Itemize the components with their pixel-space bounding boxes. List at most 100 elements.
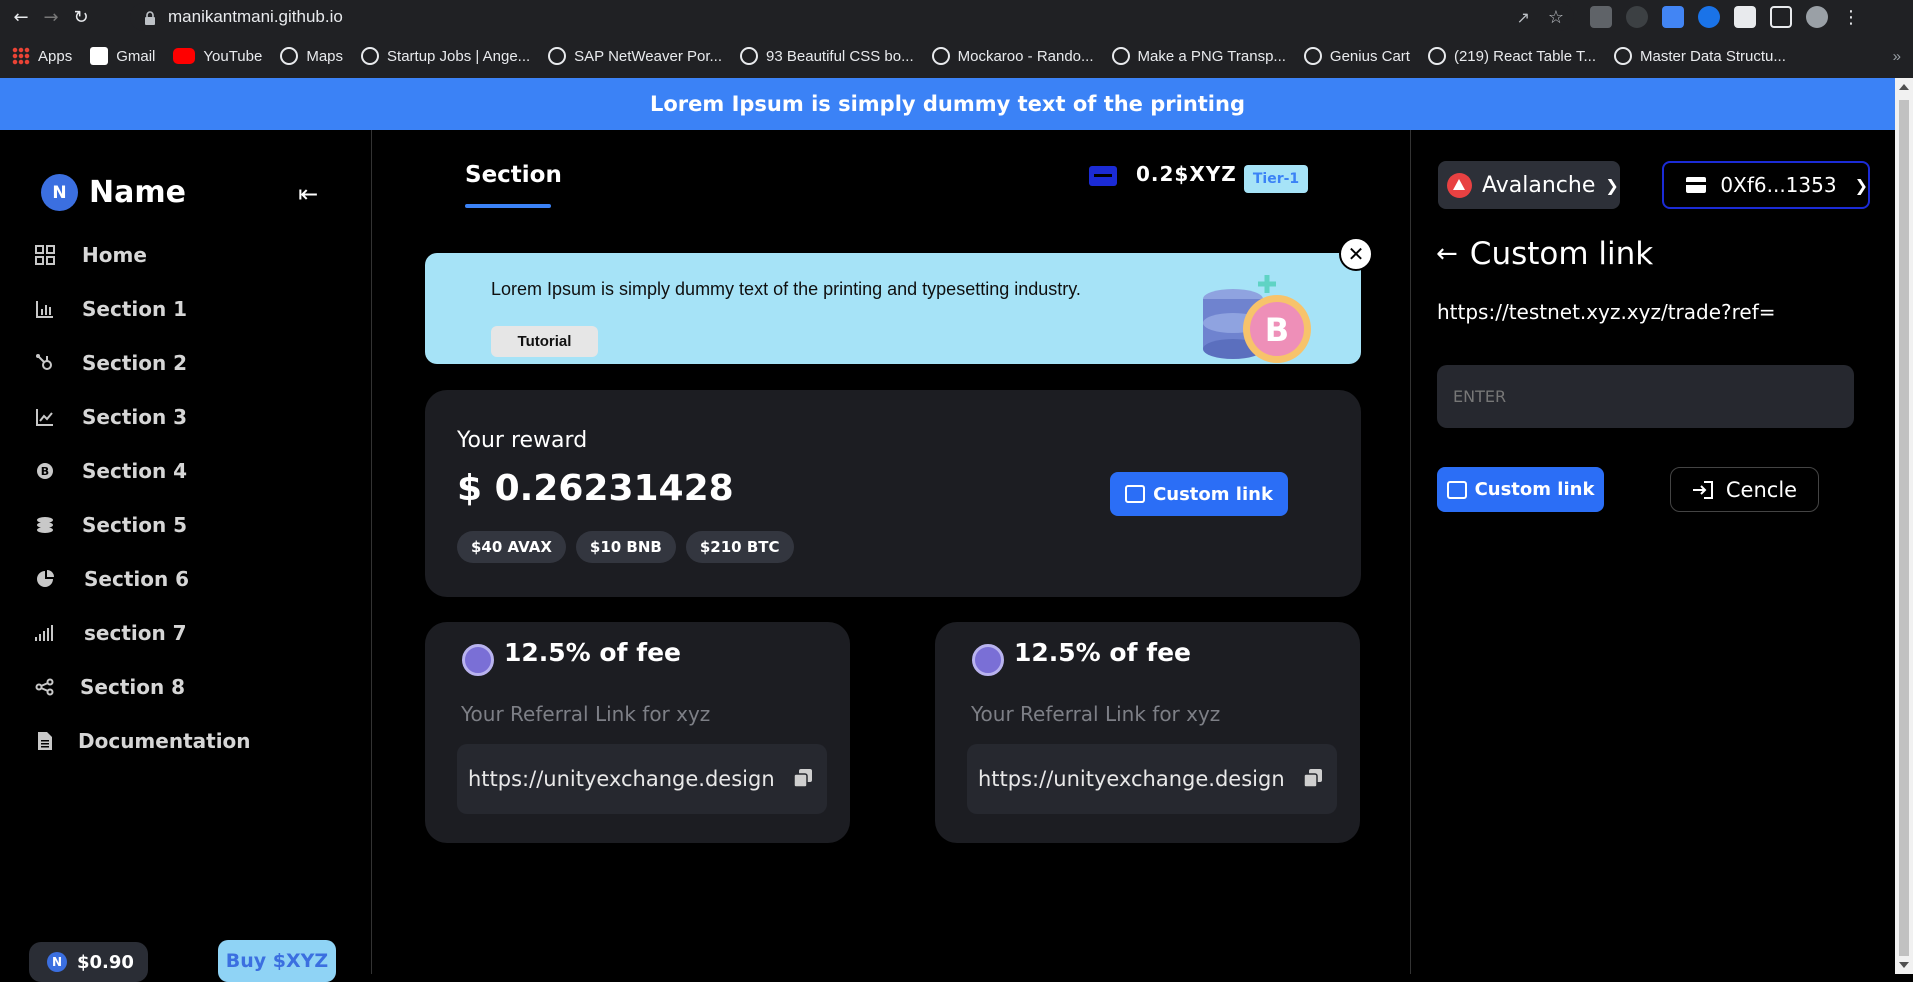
cancel-button[interactable]: Cencle [1670, 467, 1819, 512]
forward-icon[interactable]: → [36, 2, 66, 32]
bookmarks-overflow-icon[interactable]: » [1893, 48, 1901, 65]
brand[interactable]: N Name [41, 174, 186, 211]
referral-link-field[interactable]: https://unityexchange.design [457, 744, 827, 814]
fee-icon [972, 644, 1004, 676]
signal-icon [34, 622, 56, 644]
share-nodes-icon [34, 676, 56, 698]
create-custom-link-button[interactable]: Custom link [1437, 467, 1604, 512]
menu-dots-icon[interactable]: ⋮ [1842, 7, 1860, 28]
profile-avatar[interactable] [1806, 6, 1828, 28]
copy-icon[interactable] [1303, 768, 1323, 788]
ref-base-url: https://testnet.xyz.xyz/trade?ref= [1437, 300, 1776, 324]
bookmark-youtube[interactable]: YouTube [173, 48, 262, 65]
globe-icon [1614, 47, 1632, 65]
brand-logo: N [41, 174, 78, 211]
network-selector[interactable]: Avalanche ❯ [1438, 161, 1620, 209]
custom-link-heading: Custom link [1469, 236, 1654, 272]
tutorial-button[interactable]: Tutorial [491, 326, 598, 357]
reward-chip: $40 AVAX [457, 531, 566, 563]
reward-label: Your reward [457, 428, 588, 453]
side-panel-icon[interactable] [1770, 6, 1792, 28]
sign-in-icon [1692, 480, 1713, 499]
page-scrollbar[interactable] [1895, 78, 1913, 974]
sidebar-item-label: Section 2 [82, 351, 188, 375]
wallet-card-icon [1686, 177, 1709, 193]
extension-icon[interactable] [1590, 6, 1612, 28]
bookmark-master-data[interactable]: Master Data Structu... [1614, 47, 1786, 65]
bitcoin-icon: B [34, 460, 56, 482]
brand-name: Name [89, 175, 186, 210]
wallet-balance: $0.90 [77, 951, 134, 973]
bookmark-star-icon[interactable]: ☆ [1548, 7, 1564, 28]
referral-link-field[interactable]: https://unityexchange.design [967, 744, 1337, 814]
custom-link-button[interactable]: Custom link [1110, 472, 1288, 516]
address-bar[interactable]: manikantmani.github.io ↗ ☆ [130, 3, 1574, 31]
globe-icon [1427, 47, 1446, 65]
youtube-icon [173, 48, 196, 64]
sidebar-item-section-6[interactable]: Section 6 [34, 552, 251, 606]
sidebar-item-section-3[interactable]: Section 3 [34, 390, 251, 444]
sidebar-item-documentation[interactable]: Documentation [34, 714, 251, 768]
globe-icon [280, 47, 299, 65]
sidebar-item-section-8[interactable]: Section 8 [34, 660, 251, 714]
sidebar-item-section-1[interactable]: Section 1 [34, 282, 251, 336]
extension-icon[interactable] [1698, 6, 1720, 28]
collapse-sidebar-icon[interactable]: ⇤ [298, 180, 318, 208]
translate-icon[interactable] [1662, 6, 1684, 28]
bookmark-gmail[interactable]: Gmail [90, 47, 155, 65]
browser-toolbar: ← → ↻ manikantmani.github.io ↗ ☆ ⋮ [0, 0, 1913, 34]
tab-section[interactable]: Section [465, 162, 562, 188]
bookmark-genius-cart[interactable]: Genius Cart [1303, 47, 1410, 65]
wallet-card-icon [1089, 166, 1117, 186]
share-icon[interactable]: ↗ [1516, 8, 1529, 27]
sidebar-item-section-5[interactable]: Section 5 [34, 498, 251, 552]
top-banner: Lorem Ipsum is simply dummy text of the … [0, 78, 1895, 130]
reward-amount: $ 0.26231428 [457, 468, 734, 509]
back-arrow-icon[interactable]: ← [1436, 239, 1458, 269]
fee-card: 12.5% of fee Your Referral Link for xyz … [425, 622, 850, 843]
sidebar-item-section-7[interactable]: section 7 [34, 606, 251, 660]
lock-icon [144, 10, 156, 25]
hubspot-icon [34, 352, 56, 374]
puzzle-icon[interactable] [1734, 6, 1756, 28]
sidebar-item-label: Documentation [78, 729, 251, 753]
bookmark-png[interactable]: Make a PNG Transp... [1111, 47, 1286, 65]
sidebar-item-section-2[interactable]: Section 2 [34, 336, 251, 390]
buy-token-button[interactable]: Buy $XYZ [218, 940, 336, 982]
bookmark-apps[interactable]: Apps [12, 47, 72, 65]
custom-link-input[interactable] [1437, 365, 1854, 428]
wallet-address-button[interactable]: 0Xf6...1353 ❯ [1662, 161, 1870, 209]
extension-icon[interactable] [1626, 6, 1648, 28]
scroll-up-icon[interactable] [1899, 84, 1909, 90]
sidebar-item-section-4[interactable]: B Section 4 [34, 444, 251, 498]
bitcoin-coins-illustration: B [1203, 275, 1311, 363]
token-balance: 0.2$XYZ [1136, 162, 1237, 186]
sidebar-item-label: Section 5 [82, 513, 188, 537]
copy-icon[interactable] [793, 768, 813, 788]
bookmark-sap[interactable]: SAP NetWeaver Por... [548, 47, 722, 65]
tab-underline [465, 204, 551, 208]
url-text: manikantmani.github.io [168, 7, 343, 26]
bookmark-css[interactable]: 93 Beautiful CSS bo... [740, 47, 914, 65]
globe-icon [1303, 47, 1322, 65]
sidebar-item-label: section 7 [84, 621, 187, 645]
coins-icon [34, 514, 56, 536]
sidebar-item-label: Section 6 [84, 567, 190, 591]
bookmark-startup-jobs[interactable]: Startup Jobs | Ange... [361, 47, 530, 65]
wallet-balance-pill[interactable]: N $0.90 [29, 942, 148, 982]
bookmark-mockaroo[interactable]: Mockaroo - Rando... [931, 47, 1094, 65]
scroll-down-icon[interactable] [1899, 962, 1909, 968]
reload-icon[interactable]: ↻ [66, 2, 96, 32]
wallet-address: 0Xf6...1353 [1720, 173, 1837, 197]
bookmark-maps[interactable]: Maps [280, 47, 343, 65]
promo-banner: Lorem Ipsum is simply dummy text of the … [425, 253, 1361, 364]
gmail-icon [90, 47, 109, 65]
sidebar-item-home[interactable]: Home [34, 228, 251, 282]
sidebar-item-label: Section 3 [82, 405, 188, 429]
back-icon[interactable]: ← [6, 2, 36, 32]
scroll-thumb[interactable] [1899, 100, 1909, 956]
bookmark-react-table[interactable]: (219) React Table T... [1427, 47, 1596, 65]
close-promo-button[interactable]: ✕ [1339, 237, 1373, 271]
svg-text:B: B [1265, 311, 1289, 349]
globe-icon [1111, 47, 1130, 65]
